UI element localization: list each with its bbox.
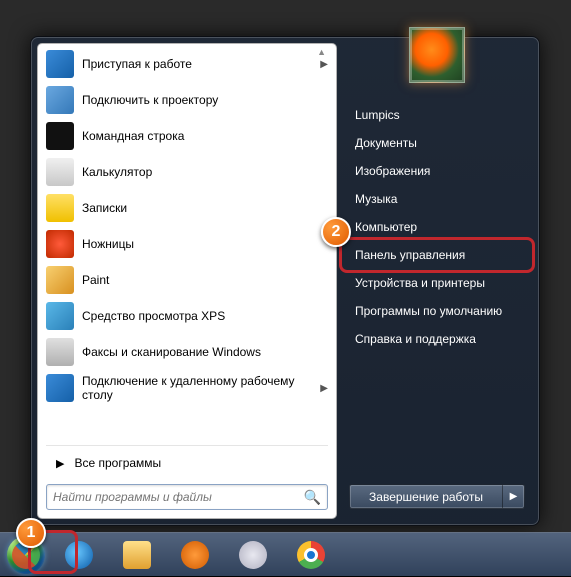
pin-indicator-icon: ▲ — [317, 47, 326, 57]
right-panel-item[interactable]: Устройства и принтеры — [345, 269, 529, 297]
program-label: Подключение к удаленному рабочему столу — [82, 374, 320, 402]
right-panel-item[interactable]: Музыка — [345, 185, 529, 213]
right-panel-item[interactable]: Справка и поддержка — [345, 325, 529, 353]
start-button[interactable] — [4, 533, 48, 577]
right-panel-item[interactable]: Изображения — [345, 157, 529, 185]
xps-icon — [46, 302, 74, 330]
right-panel-links: LumpicsДокументыИзображенияМузыкаКомпьют… — [345, 101, 529, 353]
program-item-fax[interactable]: Факсы и сканирование Windows — [40, 334, 334, 370]
shutdown-button[interactable]: Завершение работы ▶ — [349, 484, 525, 509]
program-label: Средство просмотра XPS — [82, 309, 225, 323]
separator — [46, 445, 328, 446]
paint-icon — [46, 266, 74, 294]
program-label: Командная строка — [82, 129, 184, 143]
start-menu-right-panel: LumpicsДокументыИзображенияМузыкаКомпьют… — [337, 43, 533, 519]
taskbar-item-ie[interactable] — [52, 537, 106, 573]
program-label: Записки — [82, 201, 127, 215]
taskbar — [0, 532, 571, 576]
projector-icon — [46, 86, 74, 114]
all-programs-label: Все программы — [74, 456, 161, 470]
program-label: Ножницы — [82, 237, 134, 251]
program-label: Факсы и сканирование Windows — [82, 345, 261, 359]
program-label: Подключить к проектору — [82, 93, 218, 107]
program-label: Приступая к работе — [82, 57, 192, 71]
chrome-icon — [297, 541, 325, 569]
shutdown-row: Завершение работы ▶ — [345, 484, 529, 511]
right-panel-item[interactable]: Программы по умолчанию — [345, 297, 529, 325]
start-menu-panel: ▲ Приступая к работе ▶ Подключить к проект… — [30, 36, 540, 526]
rdp-icon — [46, 374, 74, 402]
app-icon — [239, 541, 267, 569]
taskbar-item-app[interactable] — [226, 537, 280, 573]
sticky-notes-icon — [46, 194, 74, 222]
wmp-icon — [181, 541, 209, 569]
all-programs-button[interactable]: ▶ Все программы — [38, 448, 336, 478]
right-panel-item[interactable]: Lumpics — [345, 101, 529, 129]
calculator-icon — [46, 158, 74, 186]
arrow-right-icon: ▶ — [56, 457, 64, 470]
fax-icon — [46, 338, 74, 366]
program-item-snip[interactable]: Ножницы — [40, 226, 334, 262]
program-label: Paint — [82, 273, 109, 287]
program-item-rdp[interactable]: Подключение к удаленному рабочему столу▶ — [40, 370, 334, 406]
search-box[interactable]: 🔍 — [46, 484, 328, 510]
program-item-xps[interactable]: Средство просмотра XPS — [40, 298, 334, 334]
right-panel-item[interactable]: Панель управления — [345, 241, 529, 269]
taskbar-item-chrome[interactable] — [284, 537, 338, 573]
program-label: Калькулятор — [82, 165, 152, 179]
program-item-calculator[interactable]: Калькулятор — [40, 154, 334, 190]
folder-icon — [123, 541, 151, 569]
program-item-paint[interactable]: Paint — [40, 262, 334, 298]
program-item-cmd[interactable]: Командная строка — [40, 118, 334, 154]
submenu-arrow-icon: ▶ — [320, 59, 328, 70]
cmd-icon — [46, 122, 74, 150]
user-picture[interactable] — [409, 27, 465, 83]
ie-icon — [65, 541, 93, 569]
taskbar-item-wmp[interactable] — [168, 537, 222, 573]
getting-started-icon — [46, 50, 74, 78]
search-icon: 🔍 — [304, 489, 321, 506]
snip-icon — [46, 230, 74, 258]
program-item-getting-started[interactable]: Приступая к работе ▶ — [40, 46, 334, 82]
start-menu-left-panel: ▲ Приступая к работе ▶ Подключить к проект… — [37, 43, 337, 519]
program-item-projector[interactable]: Подключить к проектору — [40, 82, 334, 118]
programs-list: Приступая к работе ▶ Подключить к проектор… — [38, 44, 336, 443]
right-panel-item[interactable]: Документы — [345, 129, 529, 157]
shutdown-label: Завершение работы — [350, 485, 502, 508]
program-item-sticky-notes[interactable]: Записки — [40, 190, 334, 226]
submenu-arrow-icon: ▶ — [320, 383, 328, 394]
windows-orb-icon — [7, 536, 45, 574]
shutdown-options-arrow[interactable]: ▶ — [502, 485, 524, 508]
right-panel-item[interactable]: Компьютер — [345, 213, 529, 241]
search-input[interactable] — [53, 490, 304, 504]
taskbar-item-explorer[interactable] — [110, 537, 164, 573]
